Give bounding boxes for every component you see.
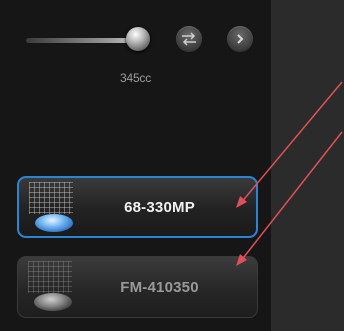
annotation-arrows	[236, 81, 343, 266]
annotation-arrow	[239, 81, 343, 205]
annotation-arrow	[239, 131, 343, 263]
